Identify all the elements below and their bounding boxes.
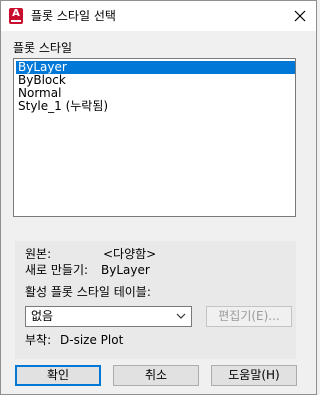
original-label: 원본: [25,247,52,261]
attached-value: D-size Plot [60,333,124,347]
active-table-select[interactable]: 없음 [25,306,192,327]
active-table-value: 없음 [31,309,54,323]
autocad-app-icon: A [9,8,23,24]
help-button[interactable]: 도움말(H) [211,365,297,386]
ok-button[interactable]: 확인 [15,365,101,386]
editor-button[interactable]: 편집기(E)... [206,306,292,327]
plot-style-list-label: 플롯 스타일 [13,41,73,55]
title-bar[interactable]: A 플롯 스타일 선택 [1,1,316,31]
window-title: 플롯 스타일 선택 [31,9,116,23]
new-value: ByLayer [101,263,150,277]
cancel-button[interactable]: 취소 [113,365,199,386]
active-table-label: 활성 플롯 스타일 테이블: [25,285,151,299]
plot-style-list[interactable]: ByLayer ByBlock Normal Style_1 (누락됨) [13,58,296,217]
plot-style-dialog: A 플롯 스타일 선택 플롯 스타일 ByLayer ByBlock Norma… [0,0,317,395]
chevron-down-icon [176,313,186,319]
close-icon [294,10,306,22]
new-label: 새로 만들기: [25,263,89,277]
info-panel: 원본: <다양함> 새로 만들기: ByLayer 활성 플롯 스타일 테이블:… [15,241,296,359]
list-item-style-1[interactable]: Style_1 (누락됨) [16,100,295,113]
close-button[interactable] [288,5,312,27]
original-value: <다양함> [103,247,157,261]
attached-label: 부착: [25,333,52,347]
